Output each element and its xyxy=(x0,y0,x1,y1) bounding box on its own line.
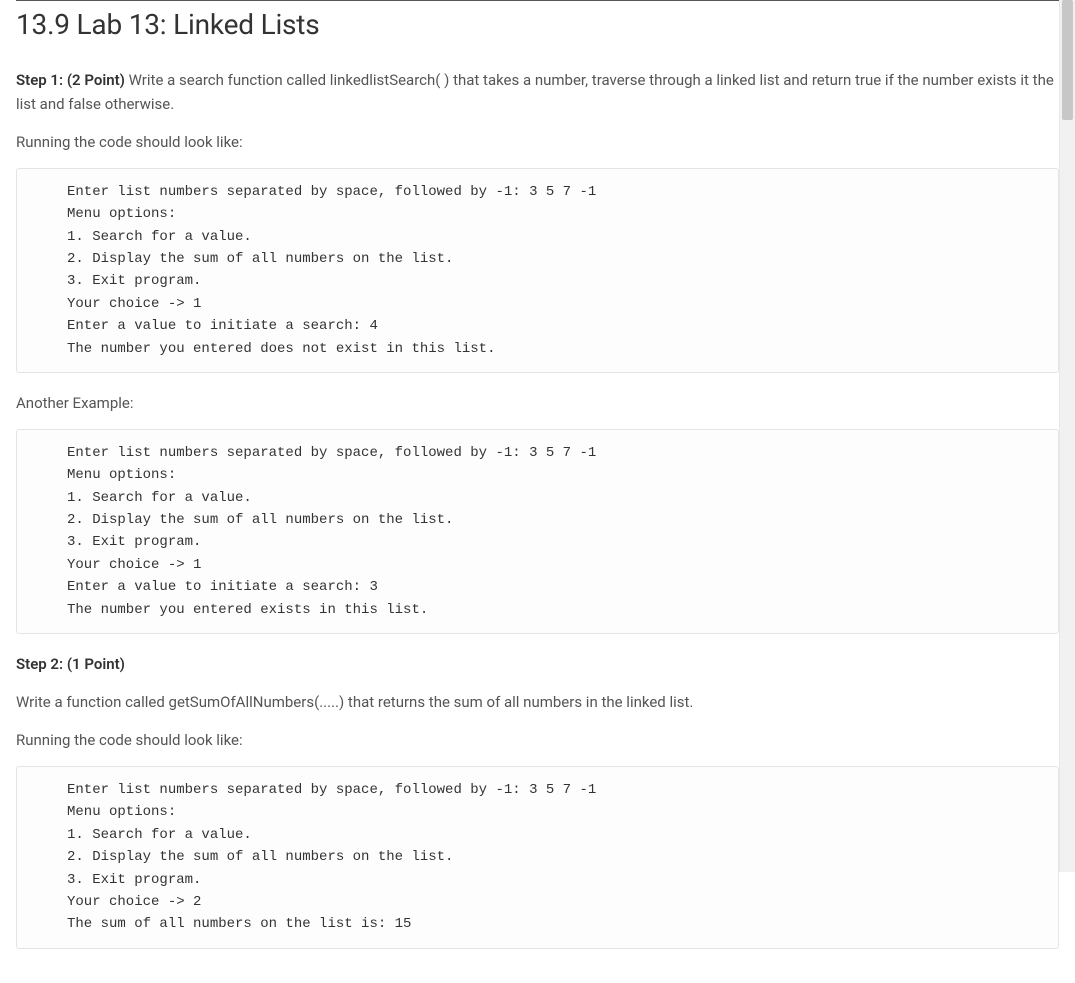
vertical-scrollbar[interactable] xyxy=(1059,0,1075,872)
step1-label: Step 1: (2 Point) xyxy=(16,71,129,89)
code-block-step2-example: Enter list numbers separated by space, f… xyxy=(16,766,1059,949)
page-title: 13.9 Lab 13: Linked Lists xyxy=(16,0,1059,48)
step1-running-note: Running the code should look like: xyxy=(16,130,1059,154)
step2-label-line: Step 2: (1 Point) xyxy=(16,652,1059,676)
step1-description: Write a search function called linkedlis… xyxy=(16,71,1054,113)
step2-running-note: Running the code should look like: xyxy=(16,728,1059,752)
scrollbar-thumb[interactable] xyxy=(1062,0,1073,120)
step1-paragraph: Step 1: (2 Point) Write a search functio… xyxy=(16,68,1059,116)
another-example-label: Another Example: xyxy=(16,391,1059,415)
code-block-example2: Enter list numbers separated by space, f… xyxy=(16,429,1059,634)
code-block-example1: Enter list numbers separated by space, f… xyxy=(16,168,1059,373)
step2-label: Step 2: (1 Point) xyxy=(16,655,125,673)
step2-description: Write a function called getSumOfAllNumbe… xyxy=(16,690,1059,714)
